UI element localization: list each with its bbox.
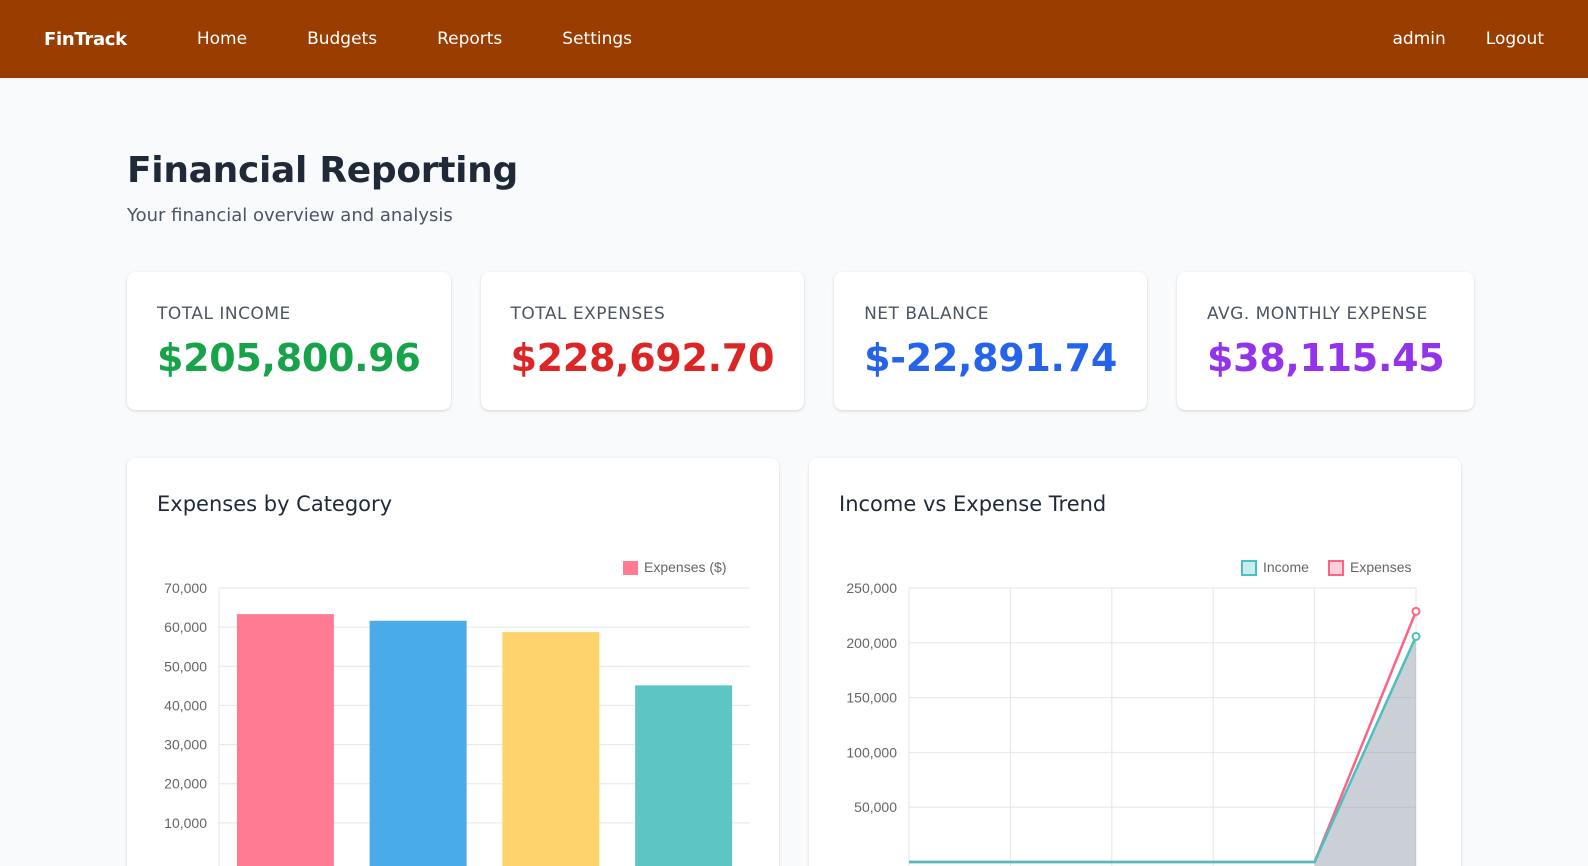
page-subtitle: Your financial overview and analysis [127,205,453,226]
y-tick-label: 20,000 [164,776,207,792]
stat-label: Total Expenses [510,304,666,324]
charts-row: 70,000 60,000 50,000 40,000 30,000 20,000 10,0… [127,458,1461,866]
top-navbar: FinTrack Home Budgets Reports Settings a… [0,0,1588,78]
stat-value: $228,692.70 [510,336,775,380]
chart-title: Expenses by Category [157,492,393,516]
y-tick-label: 250,000 [846,580,897,596]
expenses-bar-chart: 70,000 60,000 50,000 40,000 30,000 20,000 10,0… [164,559,750,866]
nav-settings[interactable]: Settings [562,29,632,49]
y-tick-label: 50,000 [164,658,207,674]
bar [236,614,334,866]
bar [635,685,733,866]
stat-label: Total Income [157,304,291,324]
stat-value: $-22,891.74 [864,336,1117,380]
y-tick-label: 50,000 [854,799,897,815]
legend-swatch [1241,560,1257,576]
page-title: Financial Reporting [127,150,518,191]
y-tick-label: 200,000 [846,635,897,651]
stat-value: $38,115.45 [1206,336,1445,380]
legend-label: Income [1263,559,1309,575]
data-point [1411,606,1421,616]
y-tick-label: 150,000 [846,690,897,706]
stat-card-net-balance: Net Balance $-22,891.74 [834,272,1147,410]
y-tick-label: 100,000 [846,744,897,760]
expenses-by-category-card: 70,000 60,000 50,000 40,000 30,000 20,000 10,0… [127,458,779,866]
stat-value: $205,800.96 [157,336,421,380]
stat-card-total-income: Total Income $205,800.96 [127,272,451,410]
legend-swatch [623,561,638,575]
income-vs-expense-card: 250,000 200,000 150,000 100,000 50,000 Income… [809,458,1461,866]
y-tick-label: 70,000 [164,580,207,596]
logout-link[interactable]: Logout [1486,29,1544,49]
legend-label: Expenses [1350,559,1411,575]
legend-label: Expenses ($) [644,559,726,575]
brand-logo[interactable]: FinTrack [44,29,127,50]
stat-card-avg-monthly-expense: Avg. Monthly Expense $38,115.45 [1176,272,1475,410]
data-point [1411,631,1421,641]
y-tick-label: 60,000 [164,619,207,635]
stat-label: Avg. Monthly Expense [1206,304,1428,324]
stats-row: Total Income $205,800.96 Total Expenses … [127,272,1475,410]
nav-home[interactable]: Home [197,29,247,49]
trend-line-chart: 250,000 200,000 150,000 100,000 50,000 Income… [846,559,1421,866]
legend-swatch [1328,560,1344,576]
nav-user-area: admin Logout [1353,29,1545,49]
y-tick-label: 10,000 [164,815,207,831]
y-tick-label: 40,000 [164,697,207,713]
user-menu[interactable]: admin [1393,29,1446,49]
nav-budgets[interactable]: Budgets [307,29,377,49]
bar [502,632,600,866]
nav-reports[interactable]: Reports [437,29,502,49]
stat-label: Net Balance [864,304,989,324]
bar [369,620,467,866]
main-content: Financial Reporting Your financial overv… [0,150,1588,866]
stat-card-total-expenses: Total Expenses $228,692.70 [480,272,805,410]
y-tick-label: 30,000 [164,737,207,753]
chart-title: Income vs Expense Trend [839,492,1107,516]
